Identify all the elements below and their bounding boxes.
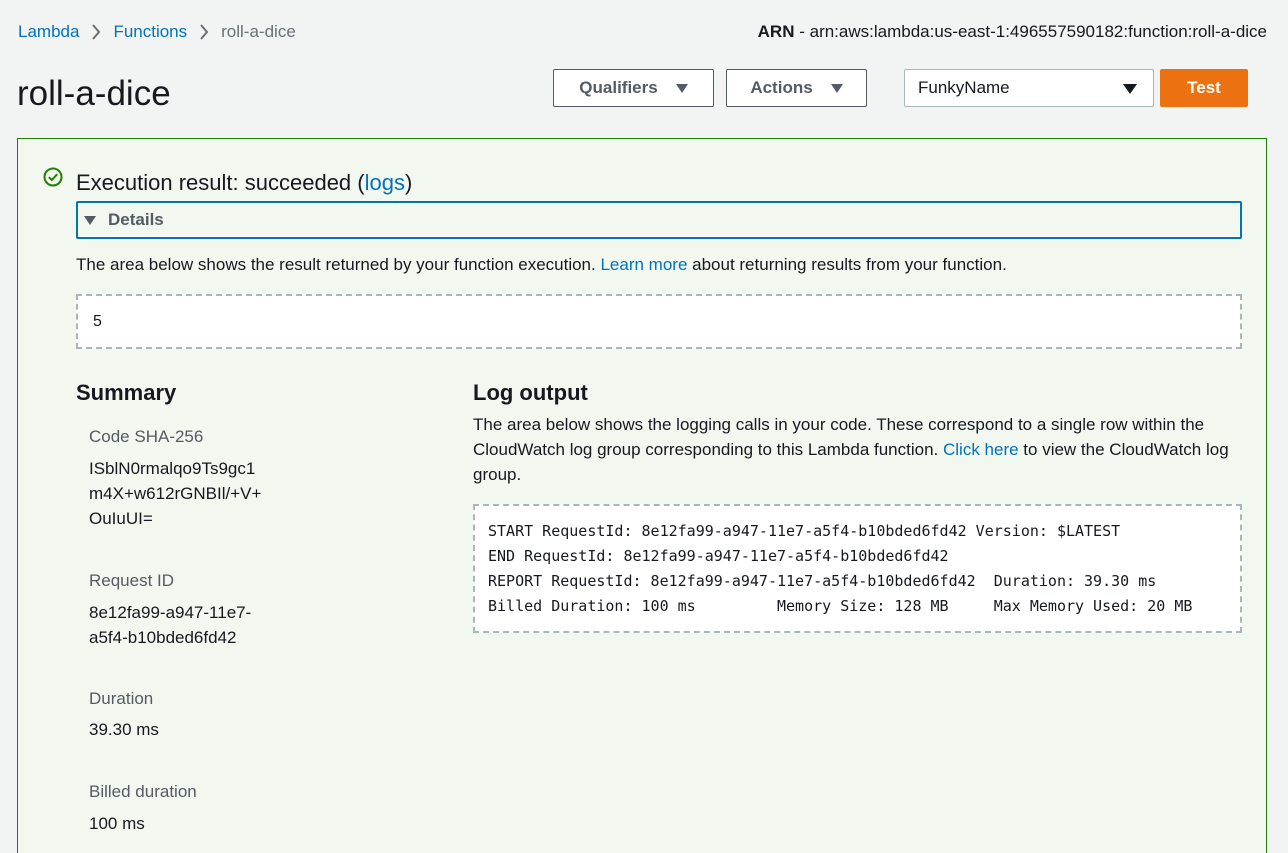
request-id-value: 8e12fa99-a947-11e7- a5f4-b10bded6fd42: [89, 600, 289, 650]
result-value: 5: [93, 312, 102, 330]
check-circle-icon: [43, 167, 63, 192]
click-here-link[interactable]: Click here: [943, 440, 1019, 459]
result-heading-text: Execution result: succeeded (: [76, 170, 365, 195]
caret-down-icon: [1123, 84, 1137, 94]
chevron-right-icon: [187, 24, 221, 40]
log-line: END RequestId: 8e12fa99-a947-11e7-a5f4-b…: [488, 547, 949, 565]
details-label: Details: [108, 210, 164, 229]
request-id-label: Request ID: [89, 571, 175, 590]
duration-value: 39.30 ms: [89, 720, 159, 739]
chevron-right-icon: [79, 24, 113, 40]
log-output-title: Log output: [473, 380, 588, 405]
breadcrumb-current: roll-a-dice: [221, 22, 296, 41]
log-line: Billed Duration: 100 ms Memory Size: 128…: [488, 597, 1193, 615]
qualifiers-button[interactable]: Qualifiers: [553, 69, 714, 107]
execution-result-panel: Execution result: succeeded (logs) Detai…: [17, 138, 1267, 853]
result-description: The area below shows the result returned…: [76, 254, 1007, 276]
test-event-select[interactable]: FunkyName: [904, 69, 1154, 107]
arn-key: ARN: [757, 22, 795, 41]
logs-link[interactable]: logs: [365, 170, 405, 195]
page-title: roll-a-dice: [17, 74, 171, 113]
log-line: REPORT RequestId: 8e12fa99-a947-11e7-a5f…: [488, 572, 1157, 590]
learn-more-link[interactable]: Learn more: [600, 255, 687, 274]
actions-label: Actions: [750, 78, 813, 97]
billed-duration-label: Billed duration: [89, 782, 197, 801]
code-sha-label: Code SHA-256: [89, 427, 204, 446]
code-sha-line: ISblN0rmalqo9Ts9gc1: [89, 459, 256, 478]
function-arn: ARN - arn:aws:lambda:us-east-1:496557590…: [758, 20, 1267, 44]
caret-down-icon: [830, 83, 843, 93]
log-output-description: The area below shows the logging calls i…: [473, 412, 1253, 487]
code-sha-line: OuIuUI=: [89, 509, 153, 528]
result-desc-text: The area below shows the result returned…: [76, 255, 601, 274]
billed-duration-value: 100 ms: [89, 814, 145, 833]
qualifiers-label: Qualifiers: [579, 78, 658, 97]
details-toggle[interactable]: Details: [76, 201, 1242, 239]
arn-separator: -: [794, 22, 810, 41]
summary-title: Summary: [76, 380, 177, 405]
caret-down-icon: [84, 215, 96, 225]
result-desc-suffix: about returning results from your functi…: [687, 255, 1007, 274]
arn-value: arn:aws:lambda:us-east-1:496557590182:fu…: [809, 22, 1267, 41]
duration-label: Duration: [89, 689, 154, 708]
result-output-box: 5: [76, 294, 1242, 349]
request-id-line: a5f4-b10bded6fd42: [89, 628, 237, 647]
result-heading-close: ): [404, 170, 413, 195]
execution-result-heading: Execution result: succeeded (logs): [76, 169, 412, 197]
caret-down-icon: [675, 83, 688, 93]
breadcrumb-lambda-link[interactable]: Lambda: [18, 22, 79, 42]
test-button[interactable]: Test: [1160, 69, 1248, 107]
breadcrumb: Lambda Functions roll-a-dice: [18, 20, 296, 44]
test-event-selected: FunkyName: [918, 78, 1010, 97]
log-output-box: START RequestId: 8e12fa99-a947-11e7-a5f4…: [473, 504, 1242, 633]
breadcrumb-functions-link[interactable]: Functions: [113, 22, 187, 42]
log-line: START RequestId: 8e12fa99-a947-11e7-a5f4…: [488, 522, 1121, 540]
code-sha-line: m4X+w612rGNBIl/+V+: [89, 484, 262, 503]
request-id-line: 8e12fa99-a947-11e7-: [89, 603, 252, 622]
actions-button[interactable]: Actions: [726, 69, 867, 107]
code-sha-value: ISblN0rmalqo9Ts9gc1 m4X+w612rGNBIl/+V+ O…: [89, 456, 289, 531]
